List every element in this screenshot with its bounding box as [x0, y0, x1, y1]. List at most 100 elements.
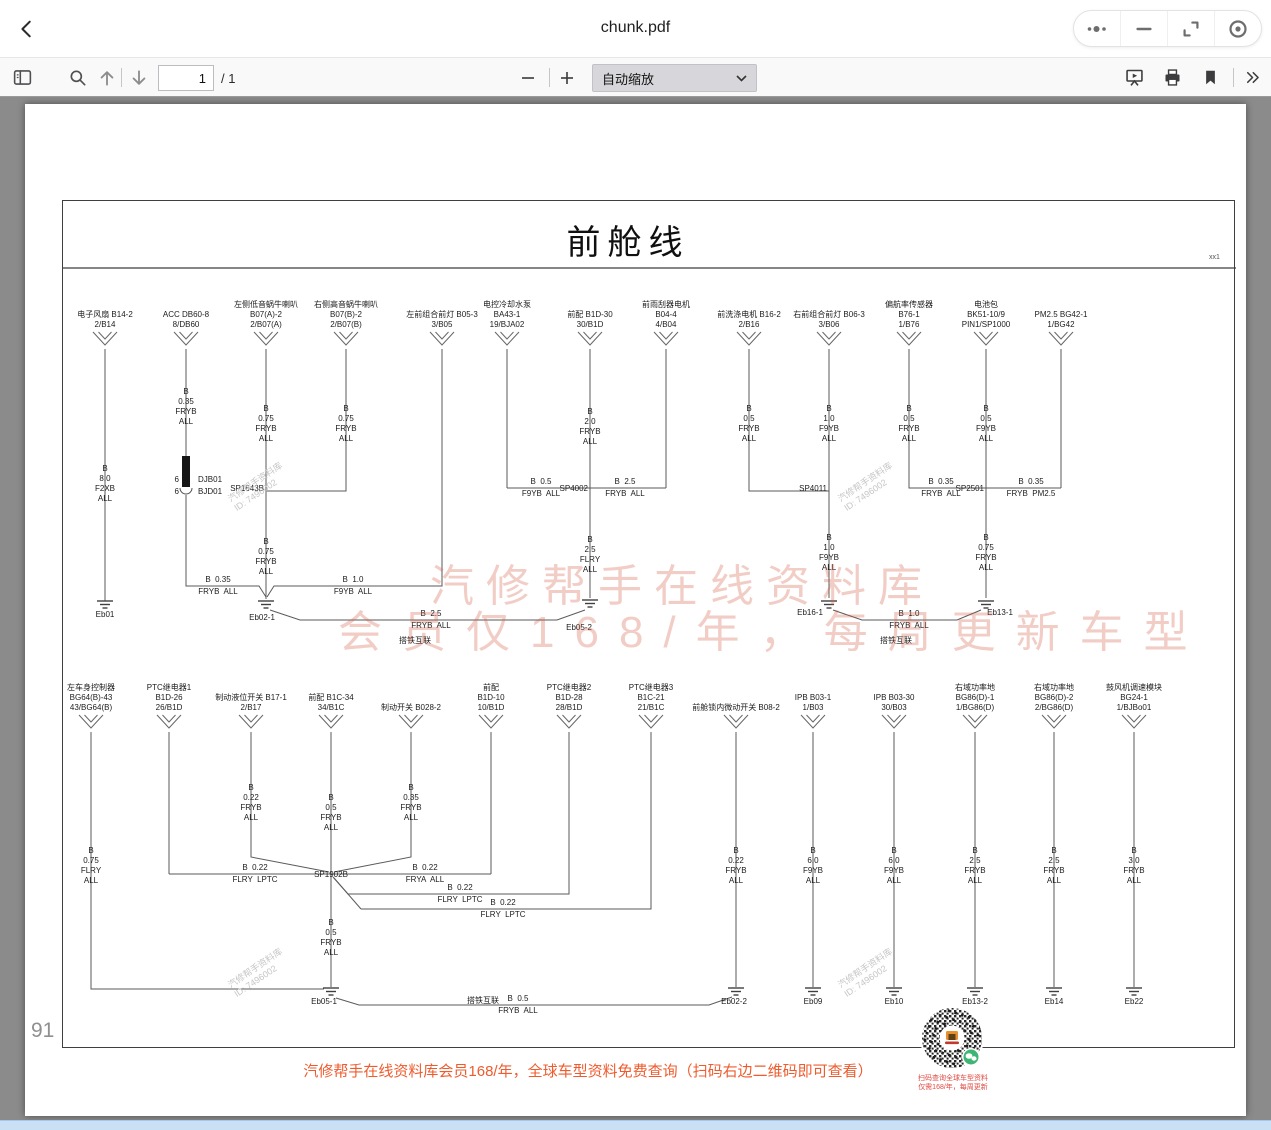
wire-spec-label: B 0.5 FRYB ALL	[898, 404, 919, 444]
minimize-button[interactable]	[1120, 11, 1167, 46]
double-chevron-icon	[1243, 68, 1262, 87]
wire-spec-label: B 3.0 FRYB ALL	[1123, 846, 1144, 886]
wire-spec-label: B 0.22FLRY LPTC	[480, 898, 525, 920]
wire-spec-label: B 1.0 F9YB ALL	[819, 404, 839, 444]
wire-spec-label: B 0.22 FRYB ALL	[725, 846, 746, 886]
wire-spec-label: B 0.5F9YB ALL	[522, 477, 560, 499]
document-title: chunk.pdf	[200, 19, 1071, 37]
wire-spec-label: B 2.0 FRYB ALL	[579, 407, 600, 447]
sidebar-toggle-button[interactable]	[9, 64, 36, 91]
pdf-page: 汽修帮手资料库ID: 7496002 汽修帮手资料库ID: 7496002 汽修…	[25, 104, 1246, 1116]
divider	[1233, 68, 1234, 87]
wire-spec-label: B 6.0 F9YB ALL	[884, 846, 904, 886]
wire-spec-label: B 0.22FLRY LPTC	[232, 863, 277, 885]
next-page-button[interactable]	[125, 64, 152, 91]
splice-label: SP1902B	[314, 870, 348, 879]
qr-caption: 扫码查询全球车型资料 仅需168/年，每周更新	[911, 1074, 995, 1092]
bookmark-icon	[1201, 68, 1220, 87]
wire-spec-label: B 0.35 FRYB ALL	[400, 783, 421, 823]
qr-code-image	[919, 1005, 987, 1073]
divider	[549, 68, 550, 87]
zoom-mode-select[interactable]: 自动缩放	[592, 64, 757, 92]
chevron-down-icon	[736, 75, 747, 82]
text-label: 搭铁互联	[467, 995, 499, 1006]
wire-spec-label: B 2.5 FRYB ALL	[1043, 846, 1064, 886]
inline-connector-code: BJD01	[198, 487, 222, 496]
wire-spec-label: B 0.35FRYB PM2.5	[1007, 477, 1056, 499]
wire-spec-label: B 0.22FLRY LPTC	[437, 883, 482, 905]
expand-button[interactable]	[1167, 11, 1214, 46]
corner-page-number: 91	[31, 1019, 54, 1043]
ground-label: Eb10	[885, 997, 904, 1006]
page-count-label: / 1	[221, 71, 235, 86]
ground-label: Eb02-2	[721, 997, 747, 1006]
back-button[interactable]	[12, 14, 42, 44]
wire-spec-label: B 0.35 FRYB ALL	[175, 387, 196, 427]
minimize-icon	[1133, 18, 1155, 40]
record-button[interactable]	[1214, 11, 1261, 46]
wire-spec-label: B 0.5 FRYB ALL	[738, 404, 759, 444]
search-icon	[68, 68, 88, 88]
arrow-up-icon	[97, 68, 117, 88]
window-controls	[1073, 10, 1262, 47]
previous-page-button[interactable]	[93, 64, 120, 91]
target-icon	[1226, 17, 1250, 41]
zoom-out-button[interactable]	[514, 64, 541, 91]
find-button[interactable]	[64, 64, 91, 91]
zoom-in-button[interactable]	[553, 64, 580, 91]
wire-spec-label: B 0.22 FRYB ALL	[240, 783, 261, 823]
wire-spec-label: B 8.0 F2XB ALL	[95, 464, 115, 504]
bookmark-button[interactable]	[1197, 64, 1224, 91]
more-options-button[interactable]	[1074, 11, 1120, 46]
wire-spec-label: B 1.0F9YB ALL	[334, 575, 372, 597]
wire-spec-label: B 0.5 FRYB ALL	[320, 793, 341, 833]
sidebar-icon	[12, 67, 33, 88]
wire-spec-label: B 0.75 FRYB ALL	[255, 537, 276, 577]
qr-code	[919, 1005, 987, 1073]
printer-icon	[1162, 67, 1183, 88]
presentation-mode-button[interactable]	[1121, 64, 1148, 91]
presentation-icon	[1124, 67, 1145, 88]
ground-label: Eb14	[1045, 997, 1064, 1006]
bottom-edge-strip	[0, 1120, 1271, 1130]
ground-label: Eb22	[1125, 997, 1144, 1006]
watermark-line2: 会员仅168/年，每周更新车型	[338, 596, 1208, 660]
inline-connector-code: DJB01	[198, 475, 222, 484]
splice-label: SP4011	[799, 484, 827, 493]
ground-label: Eb09	[804, 997, 823, 1006]
wire-spec-label: B 2.5 FRYB ALL	[964, 846, 985, 886]
ground-label: Eb02-1	[249, 613, 275, 622]
wire-spec-label: B 0.5 FRYB ALL	[320, 918, 341, 958]
wire-spec-label: B 0.75 FRYB ALL	[335, 404, 356, 444]
pdf-toolbar: / 1 自动缩放	[0, 58, 1271, 97]
wire-spec-label: B 0.75 FLRY ALL	[81, 846, 101, 886]
wire-spec-label: B 0.22FRYA ALL	[406, 863, 444, 885]
arrow-down-icon	[129, 68, 149, 88]
pdf-viewer-area[interactable]: 汽修帮手资料库ID: 7496002 汽修帮手资料库ID: 7496002 汽修…	[0, 97, 1271, 1130]
zoom-mode-label: 自动缩放	[602, 69, 736, 88]
print-button[interactable]	[1159, 64, 1186, 91]
inline-pin-number: 6	[175, 487, 179, 496]
app-window: chunk.pdf	[0, 0, 1271, 1130]
expand-icon	[1180, 18, 1202, 40]
wire-spec-label: B 0.35FRYB ALL	[198, 575, 237, 597]
more-tools-button[interactable]	[1239, 64, 1266, 91]
wire-spec-label: B 0.75 FRYB ALL	[255, 404, 276, 444]
minus-icon	[519, 69, 537, 87]
plus-icon	[558, 69, 576, 87]
wire-spec-label: B 0.5FRYB ALL	[498, 994, 537, 1016]
wire-spec-label: B 6.0 F9YB ALL	[803, 846, 823, 886]
wire-spec-label: B 0.5 F9YB ALL	[976, 404, 996, 444]
connector-top: PM2.5 BG42-11/BG42	[995, 310, 1127, 347]
ground-label: Eb05-1	[311, 997, 337, 1006]
splice-label: SP4002	[560, 484, 588, 493]
wire-spec-label: B 0.75 FRYB ALL	[975, 533, 996, 573]
splice-label: SP2501	[956, 484, 984, 493]
wire-spec-label: B 2.5FRYB ALL	[605, 477, 644, 499]
ellipsis-icon	[1085, 17, 1109, 41]
title-bar: chunk.pdf	[0, 0, 1271, 58]
chevron-left-icon	[16, 18, 38, 40]
page-number-input[interactable]	[158, 65, 214, 91]
divider	[121, 68, 122, 87]
inline-pin-number: 6	[175, 475, 179, 484]
